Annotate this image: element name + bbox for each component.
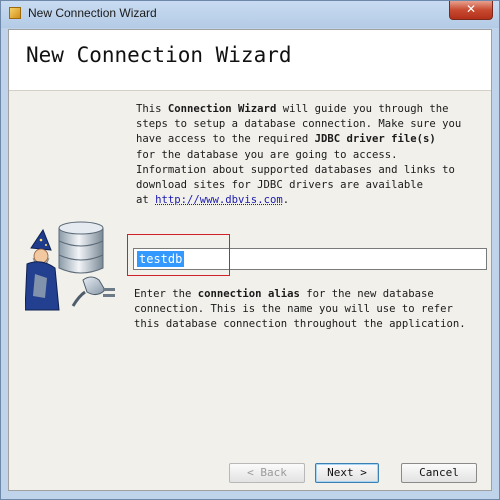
dbvis-link[interactable]: http://www.dbvis.com: [155, 194, 283, 206]
cancel-button[interactable]: Cancel: [401, 463, 477, 483]
next-button[interactable]: Next >: [315, 463, 379, 483]
title-bar: New Connection Wizard ✕: [1, 1, 499, 28]
page-title: New Connection Wizard: [26, 43, 292, 67]
intro-text-part: This: [136, 103, 168, 115]
desc-text-part: this database connection throughout the …: [134, 318, 466, 331]
database-wizard-icon: [25, 221, 115, 311]
desc-bold-alias: connection alias: [197, 288, 300, 300]
intro-text-part: .: [282, 194, 290, 207]
intro-text-part: download sites for JDBC drivers are avai…: [136, 179, 424, 192]
alias-description: Enter the connection alias for the new d…: [134, 287, 484, 333]
intro-text-part: will guide you through the: [276, 103, 449, 115]
annotation-highlight: [127, 234, 230, 276]
intro-text: This Connection Wizard will guide you th…: [136, 102, 476, 208]
wizard-window: New Connection Wizard ✕ New Connection W…: [0, 0, 500, 500]
intro-text-part: have access to the required: [136, 133, 315, 146]
desc-text-part: connection. This is the name you will us…: [134, 303, 453, 316]
intro-text-part: at: [136, 194, 156, 207]
intro-bold-wizard: Connection Wizard: [167, 103, 277, 115]
window-title: New Connection Wizard: [28, 6, 157, 20]
intro-text-part: steps to setup a database connection. Ma…: [136, 118, 462, 131]
app-icon: [9, 7, 21, 19]
intro-text-part: Information about supported databases an…: [136, 163, 455, 176]
wizard-content: New Connection Wizard This Connection Wi…: [8, 29, 492, 491]
desc-text-part: for the new database: [299, 288, 434, 300]
close-button[interactable]: ✕: [449, 1, 493, 20]
intro-bold-jdbc: JDBC driver file(s): [314, 133, 436, 146]
desc-text-part: Enter the: [134, 288, 198, 300]
wizard-header: New Connection Wizard: [9, 30, 491, 91]
intro-text-part: for the database you are going to access…: [136, 148, 398, 161]
back-button[interactable]: < Back: [229, 463, 305, 483]
